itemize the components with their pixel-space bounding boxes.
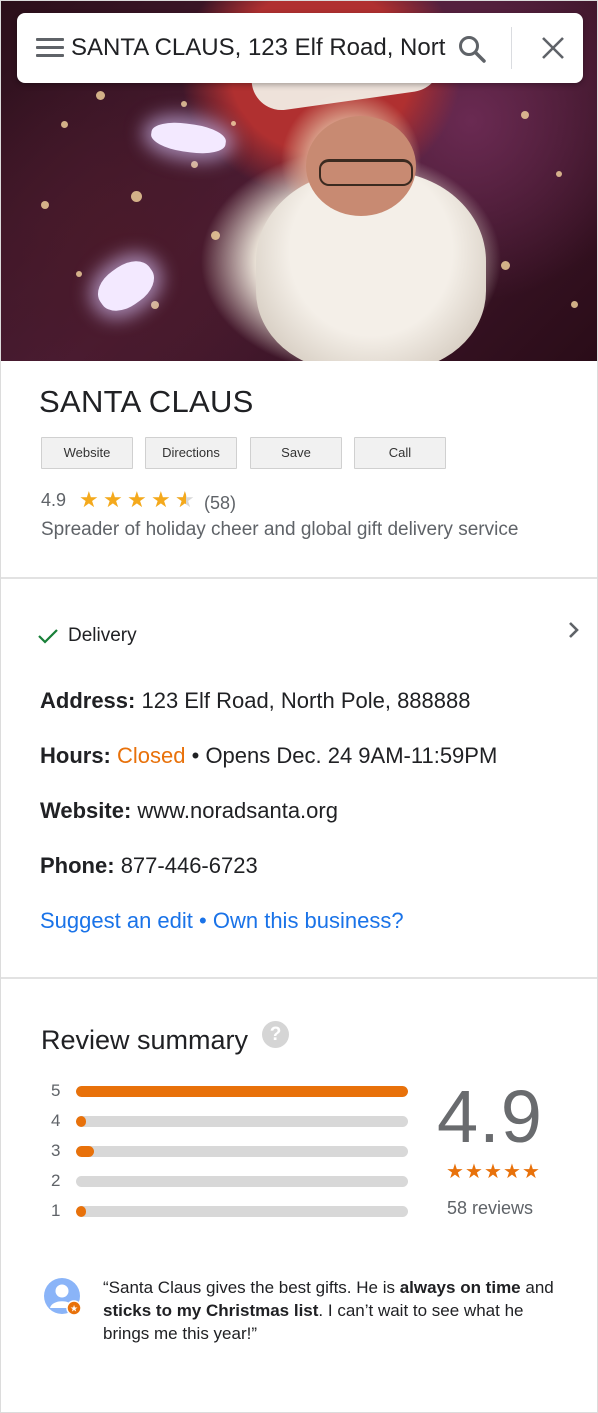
search-icon[interactable] <box>457 34 487 64</box>
rating-bar-fill <box>76 1086 408 1097</box>
svg-text:★: ★ <box>70 1305 78 1315</box>
website-label: Website: <box>40 798 132 823</box>
rating-bar-fill <box>76 1206 86 1217</box>
star-icon: ★ <box>79 487 99 512</box>
link-separator: • <box>199 908 207 933</box>
half-star-icon: ★★ <box>175 487 195 512</box>
search-divider <box>511 27 512 69</box>
reviews-count-link[interactable]: 58 reviews <box>447 1198 533 1219</box>
hours-next-open: • Opens Dec. 24 9AM-11:59PM <box>191 743 498 768</box>
star-icon: ★ <box>151 487 171 512</box>
section-divider <box>1 577 597 579</box>
suggest-edit-link[interactable]: Suggest an edit <box>40 908 193 933</box>
address-value[interactable]: 123 Elf Road, North Pole, 888888 <box>141 688 470 713</box>
hours-row[interactable]: Hours: Closed • Opens Dec. 24 9AM-11:59P… <box>40 743 497 769</box>
rating-bar-track <box>76 1116 408 1127</box>
rating-bar-track <box>76 1086 408 1097</box>
star-icon: ★ <box>103 487 123 512</box>
directions-button[interactable]: Directions <box>145 437 237 469</box>
rating-bar-track <box>76 1176 408 1187</box>
rating-bar-label: 1 <box>51 1201 61 1220</box>
phone-value[interactable]: 877-446-6723 <box>121 853 258 878</box>
website-row: Website: www.noradsanta.org <box>40 798 338 824</box>
hours-status: Closed <box>117 743 186 768</box>
rating-bar-fill <box>76 1146 95 1157</box>
rating-bar-label: 4 <box>51 1111 61 1130</box>
call-button[interactable]: Call <box>354 437 446 469</box>
close-icon[interactable] <box>540 35 566 61</box>
address-row: Address: 123 Elf Road, North Pole, 88888… <box>40 688 471 714</box>
rating-bar-label: 5 <box>51 1081 61 1100</box>
average-score: 4.9 <box>437 1075 543 1158</box>
star-icon: ★ <box>503 1161 521 1183</box>
star-icon: ★ <box>484 1161 502 1183</box>
section-divider <box>1 977 597 979</box>
hours-label: Hours: <box>40 743 111 768</box>
website-link[interactable]: www.noradsanta.org <box>137 798 338 823</box>
rating-bar-label: 2 <box>51 1171 61 1190</box>
review-quote: “Santa Claus gives the best gifts. He is… <box>103 1278 554 1343</box>
star-icon: ★ <box>522 1161 540 1183</box>
rating-bar-label: 3 <box>51 1141 61 1160</box>
address-label: Address: <box>40 688 136 713</box>
phone-row: Phone: 877-446-6723 <box>40 853 258 879</box>
check-icon <box>38 629 58 644</box>
rating-count[interactable]: (58) <box>204 493 236 514</box>
chevron-right-icon[interactable] <box>566 618 582 642</box>
rating-bar-track <box>76 1206 408 1217</box>
edit-links: Suggest an edit • Own this business? <box>40 908 404 934</box>
star-icon: ★ <box>446 1161 464 1183</box>
help-icon[interactable]: ? <box>262 1021 289 1048</box>
own-business-link[interactable]: Own this business? <box>213 908 404 933</box>
review-summary-title: Review summary <box>41 1025 249 1055</box>
website-button[interactable]: Website <box>41 437 133 469</box>
menu-icon[interactable] <box>36 38 64 58</box>
rating-value: 4.9 <box>41 490 67 510</box>
phone-label: Phone: <box>40 853 115 878</box>
delivery-label: Delivery <box>68 625 137 646</box>
save-button[interactable]: Save <box>250 437 342 469</box>
search-bar <box>17 13 583 83</box>
place-title: SANTA CLAUS <box>39 384 254 419</box>
rating-bar-track <box>76 1146 408 1157</box>
search-input[interactable] <box>71 31 447 65</box>
rating-bar-fill <box>76 1116 86 1127</box>
place-panel: SANTA CLAUS Website Directions Save Call… <box>0 0 598 1413</box>
star-icon: ★ <box>465 1161 483 1183</box>
avatar: ★ <box>44 1278 81 1315</box>
star-icon: ★ <box>127 487 147 512</box>
place-description: Spreader of holiday cheer and global gif… <box>41 519 519 540</box>
